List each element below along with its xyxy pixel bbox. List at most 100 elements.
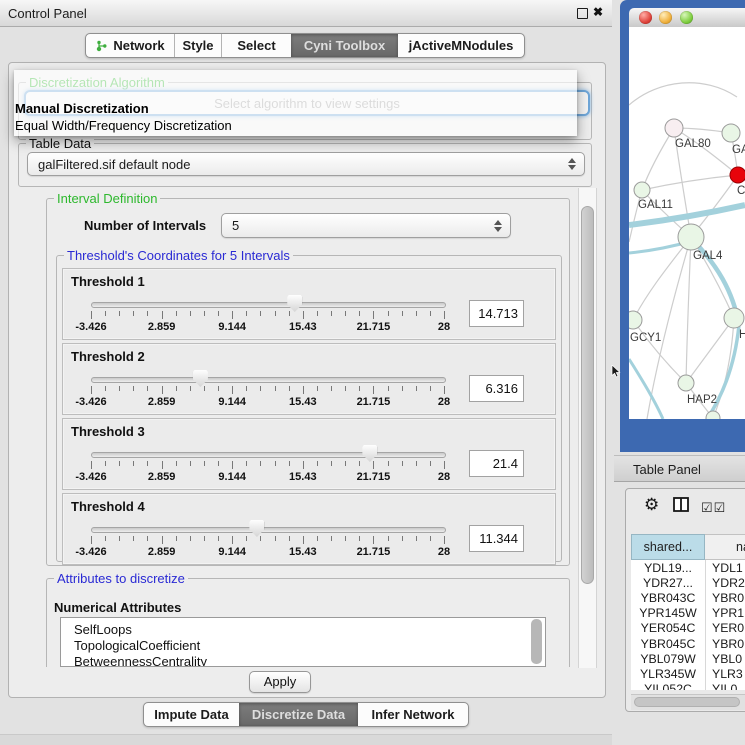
slider-ticks — [91, 311, 444, 320]
attribute-item[interactable]: SelfLoops — [61, 622, 545, 638]
threshold-value-field[interactable]: 21.4 — [469, 450, 524, 477]
table-row[interactable]: YBL079WYBL0 — [631, 651, 745, 666]
cell-name[interactable]: YDR2 — [705, 576, 745, 590]
num-intervals-label: Number of Intervals — [84, 218, 206, 233]
network-canvas[interactable]: GAL80GACGAL11GAL4GCY1HHAP2 — [629, 27, 745, 419]
threshold-label: Threshold 3 — [71, 424, 145, 439]
network-node-ga[interactable] — [722, 124, 740, 142]
threshold-label: Threshold 4 — [71, 499, 145, 514]
network-node-gcy1[interactable] — [629, 311, 642, 329]
network-node-gal80[interactable] — [665, 119, 683, 137]
table-row[interactable]: YER054CYER0 — [631, 621, 745, 636]
tick-label: 28 — [438, 546, 450, 558]
zoom-traffic-light-icon[interactable] — [680, 11, 693, 24]
tick-label: 28 — [438, 396, 450, 408]
threshold-value-field[interactable]: 14.713 — [469, 300, 524, 327]
tab-label: Infer Network — [371, 707, 454, 722]
tab-network[interactable]: Network — [86, 34, 174, 57]
cell-name[interactable]: YBR0 — [705, 591, 744, 605]
checkbox-icons[interactable]: ☑☑ — [701, 500, 726, 516]
tab-select[interactable]: Select — [221, 34, 291, 57]
threshold-value-field[interactable]: 6.316 — [469, 375, 524, 402]
tab-jactivemnodules[interactable]: jActiveMNodules — [398, 34, 524, 57]
threshold-value-field[interactable]: 11.344 — [469, 525, 524, 552]
table-header-shared[interactable]: shared... — [631, 534, 705, 560]
network-node-h[interactable] — [724, 308, 744, 328]
cell-shared-name[interactable]: YDL19... — [631, 561, 705, 575]
top-tab-bar: Network Style SelectCyni ToolboxjActiveMNo… — [85, 33, 525, 58]
tick-label: 9.144 — [218, 396, 246, 408]
cell-name[interactable]: YBL0 — [705, 652, 742, 666]
cell-shared-name[interactable]: YER054C — [631, 621, 705, 635]
tick-label: 28 — [438, 321, 450, 333]
table-row[interactable]: YLR345WYLR3 — [631, 666, 745, 681]
attributes-list[interactable]: SelfLoopsTopologicalCoefficientBetweenne… — [60, 617, 546, 667]
cell-shared-name[interactable]: YLR345W — [631, 667, 705, 681]
network-node-gal11[interactable] — [634, 182, 650, 198]
slider-thumb[interactable] — [362, 445, 377, 462]
network-node-gal4[interactable] — [678, 224, 704, 250]
column-layout-icon[interactable] — [673, 497, 689, 512]
cell-shared-name[interactable]: YIL052C — [631, 682, 705, 690]
table-data-combobox[interactable]: galFiltered.sif default node — [27, 152, 585, 176]
close-icon[interactable]: ✖ — [593, 5, 603, 19]
table-row[interactable]: YBR043CYBR0 — [631, 590, 745, 605]
cell-shared-name[interactable]: YBR043C — [631, 591, 705, 605]
network-node-label: HAP2 — [687, 394, 717, 406]
tab-label: Style — [182, 38, 213, 53]
slider-ticks — [91, 386, 444, 395]
float-window-icon[interactable] — [577, 8, 588, 19]
cell-shared-name[interactable]: YPR145W — [631, 606, 705, 620]
table-row[interactable]: YBR045CYBR0 — [631, 636, 745, 651]
tick-label: 21.715 — [357, 396, 391, 408]
network-node-label: C — [737, 185, 745, 197]
slider-thumb[interactable] — [249, 520, 264, 537]
tick-label: 21.715 — [357, 321, 391, 333]
network-node-c[interactable] — [730, 167, 745, 183]
panel-scrollbar-thumb[interactable] — [581, 206, 594, 584]
bottom-tab-impute-data[interactable]: Impute Data — [144, 703, 239, 726]
slider-thumb[interactable] — [287, 295, 302, 312]
slider-thumb[interactable] — [193, 370, 208, 387]
cell-shared-name[interactable]: YBL079W — [631, 652, 705, 666]
apply-button[interactable]: Apply — [249, 671, 311, 693]
bottom-tab-discretize-data[interactable]: Discretize Data — [239, 703, 358, 726]
cell-shared-name[interactable]: YBR045C — [631, 637, 705, 651]
num-intervals-combobox[interactable]: 5 — [221, 213, 511, 238]
attribute-item[interactable]: BetweennessCentrality — [61, 654, 545, 667]
attributes-list-scrollbar[interactable] — [531, 619, 542, 664]
slider-track[interactable] — [91, 302, 446, 308]
popup-option[interactable]: Manual Discretization — [14, 101, 577, 118]
table-row[interactable]: YPR145WYPR1 — [631, 606, 745, 621]
bottom-strip — [0, 734, 612, 745]
network-window-titlebar[interactable] — [629, 8, 745, 28]
gear-icon[interactable]: ⚙ — [644, 495, 659, 515]
network-node-hap2[interactable] — [678, 375, 694, 391]
attribute-item[interactable]: TopologicalCoefficient — [61, 638, 545, 654]
cell-shared-name[interactable]: YDR27... — [631, 576, 705, 590]
cell-name[interactable]: YLR3 — [705, 667, 743, 681]
cell-name[interactable]: YER0 — [705, 621, 744, 635]
popup-option[interactable]: Equal Width/Frequency Discretization — [14, 118, 577, 135]
slider-track[interactable] — [91, 452, 446, 458]
table-row[interactable]: YDR27...YDR2 — [631, 575, 745, 590]
bottom-tab-infer-network[interactable]: Infer Network — [358, 703, 468, 726]
slider-track[interactable] — [91, 377, 446, 383]
cell-name[interactable]: YDL1 — [705, 561, 743, 575]
table-body[interactable]: YDL19...YDL1YDR27...YDR2YBR043CYBR0YPR14… — [631, 560, 745, 690]
tab-cyni-toolbox[interactable]: Cyni Toolbox — [291, 34, 398, 57]
slider-track[interactable] — [91, 527, 446, 533]
cell-name[interactable]: YBR0 — [705, 637, 744, 651]
cell-name[interactable]: YPR1 — [705, 606, 744, 620]
tick-label: 28 — [438, 471, 450, 483]
minimize-traffic-light-icon[interactable] — [659, 11, 672, 24]
table-row[interactable]: YIL052CYIL0 — [631, 682, 745, 691]
tab-style[interactable]: Style — [174, 34, 221, 57]
cell-name[interactable]: YIL0 — [705, 682, 737, 690]
threshold-label: Threshold 2 — [71, 349, 145, 364]
table-row[interactable]: YDL19...YDL1 — [631, 560, 745, 575]
table-header-name[interactable]: na — [705, 534, 745, 560]
tick-label: 15.43 — [289, 321, 317, 333]
table-hscroll-thumb[interactable] — [634, 697, 740, 707]
close-traffic-light-icon[interactable] — [639, 11, 652, 24]
